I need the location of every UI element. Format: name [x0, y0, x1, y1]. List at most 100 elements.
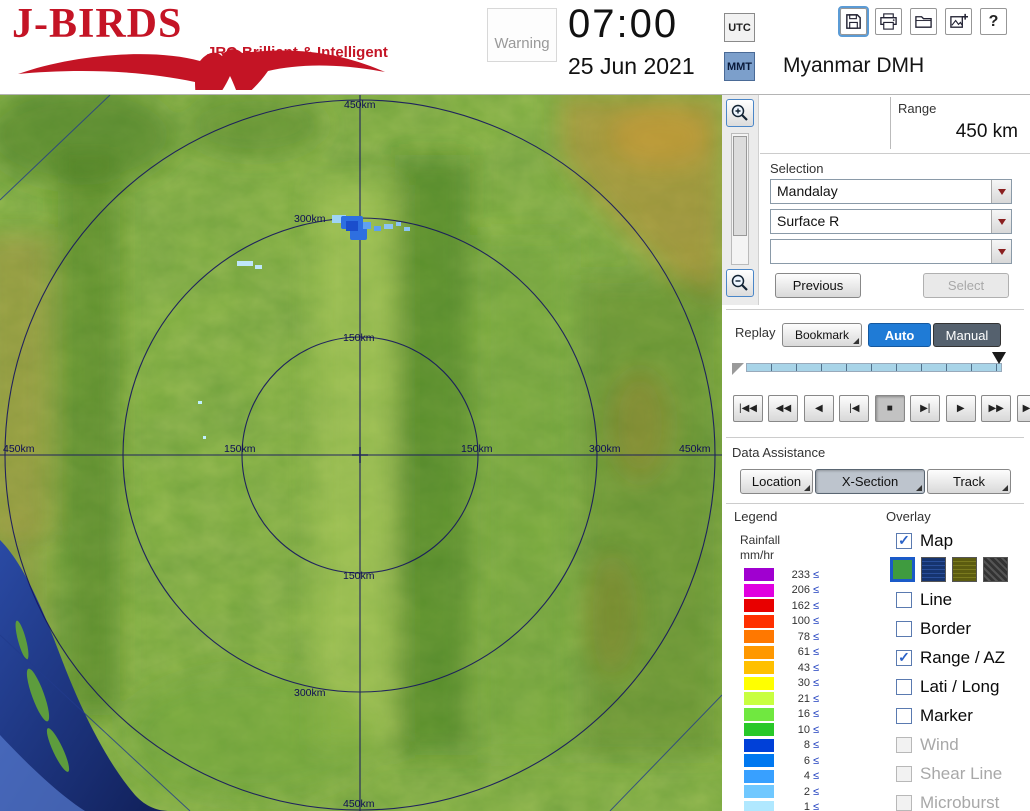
lte-symbol: ≤	[813, 708, 820, 721]
overlay-item[interactable]: Marker	[896, 706, 973, 726]
map-color-swatch[interactable]	[890, 557, 915, 582]
legend-value: 6	[803, 754, 810, 767]
chevron-down-icon[interactable]	[991, 180, 1011, 203]
legend-value: 162	[791, 599, 810, 612]
overlay-item-label: Marker	[920, 706, 973, 725]
transport-button[interactable]: |◀	[839, 395, 870, 422]
lte-symbol: ≤	[813, 692, 820, 705]
legend-unit-line2: mm/hr	[740, 548, 774, 562]
zoom-in-button[interactable]	[726, 99, 754, 127]
separator	[726, 503, 1024, 504]
lte-symbol: ≤	[813, 770, 820, 783]
zoom-scrollbar-thumb[interactable]	[733, 136, 747, 236]
assist-button-location[interactable]: Location	[740, 469, 813, 494]
lte-symbol: ≤	[813, 785, 820, 798]
transport-button[interactable]: ▶▶|	[1016, 395, 1030, 422]
lte-symbol: ≤	[813, 599, 820, 612]
utc-button[interactable]: UTC	[724, 13, 755, 42]
legend-row: 61 ≤	[744, 645, 819, 661]
bookmark-button[interactable]: Bookmark	[782, 323, 862, 347]
help-button[interactable]: ?	[980, 8, 1007, 35]
legend-value: 206	[791, 584, 810, 597]
legend-color-swatch	[744, 661, 774, 675]
lati-long-checkbox[interactable]	[896, 679, 912, 695]
site-dropdown-value: Mandalay	[777, 183, 838, 199]
eagle-logo-icon	[18, 49, 385, 90]
ring-label: 150km	[224, 443, 256, 455]
previous-button[interactable]: Previous	[775, 273, 861, 298]
transport-button[interactable]: ◀◀	[768, 395, 799, 422]
legend-value: 2	[803, 785, 810, 798]
transport-button[interactable]: ◀	[803, 395, 834, 422]
legend-row: 233 ≤	[744, 567, 819, 583]
mmt-button[interactable]: MMT	[724, 52, 755, 81]
overlay-item[interactable]: Line	[896, 590, 952, 610]
replay-timeline-slider[interactable]	[746, 363, 1002, 372]
chevron-down-icon[interactable]	[991, 210, 1011, 233]
legend-row: 16 ≤	[744, 707, 819, 723]
marker-checkbox[interactable]	[896, 708, 912, 724]
logo-title: J-BIRDS	[12, 1, 183, 47]
legend-value: 30	[797, 677, 810, 690]
replay-manual-button[interactable]: Manual	[933, 323, 1001, 347]
legend-value: 4	[803, 770, 810, 783]
warning-status[interactable]: Warning	[487, 8, 557, 62]
open-file-button[interactable]	[910, 8, 937, 35]
lte-symbol: ≤	[813, 630, 820, 643]
border-checkbox[interactable]	[896, 621, 912, 637]
range-az-checkbox[interactable]	[896, 650, 912, 666]
transport-button[interactable]: ■	[874, 395, 905, 422]
map-color-swatch[interactable]	[983, 557, 1008, 582]
overlay-item[interactable]: Range / AZ	[896, 648, 1005, 668]
legend-color-swatch	[744, 676, 774, 690]
option-dropdown[interactable]	[770, 239, 1012, 264]
overlay-item[interactable]: Map	[896, 531, 953, 551]
print-button[interactable]	[875, 8, 902, 35]
legend-color-swatch	[744, 614, 774, 628]
transport-button[interactable]: ▶|	[910, 395, 941, 422]
legend-color-swatch	[744, 707, 774, 721]
legend-value: 233	[791, 568, 810, 581]
product-dropdown[interactable]: Surface R	[770, 209, 1012, 234]
zoom-in-icon	[731, 104, 748, 121]
zoom-scrollbar[interactable]	[731, 133, 749, 265]
replay-position-marker[interactable]	[992, 352, 1006, 364]
map-color-swatch[interactable]	[921, 557, 946, 582]
replay-start-marker	[732, 363, 744, 375]
replay-auto-button[interactable]: Auto	[868, 323, 931, 347]
legend-value: 10	[797, 723, 810, 736]
export-image-button[interactable]	[945, 8, 972, 35]
transport-button[interactable]: ▶▶	[981, 395, 1012, 422]
legend-color-swatch	[744, 800, 774, 811]
overlay-item[interactable]: Border	[896, 619, 971, 639]
legend-color-swatch	[744, 645, 774, 659]
warning-label: Warning	[494, 35, 550, 52]
lte-symbol: ≤	[813, 723, 820, 736]
zoom-out-button[interactable]	[726, 269, 754, 297]
shear-line-checkbox	[896, 766, 912, 782]
line-checkbox[interactable]	[896, 592, 912, 608]
lte-symbol: ≤	[813, 646, 820, 659]
chevron-down-icon[interactable]	[991, 240, 1011, 263]
legend-color-swatch	[744, 723, 774, 737]
ring-label: 450km	[679, 443, 711, 455]
select-button[interactable]: Select	[923, 273, 1009, 298]
save-button[interactable]	[838, 6, 869, 37]
map-color-swatch[interactable]	[952, 557, 977, 582]
legend-row: 100 ≤	[744, 614, 819, 630]
site-dropdown[interactable]: Mandalay	[770, 179, 1012, 204]
legend-color-swatch	[744, 769, 774, 783]
map-checkbox[interactable]	[896, 533, 912, 549]
legend-row: 162 ≤	[744, 598, 819, 614]
legend-value: 61	[797, 646, 810, 659]
lte-symbol: ≤	[813, 615, 820, 628]
radar-map[interactable]: 450km 300km 150km 150km 300km 450km 450k…	[0, 85, 723, 811]
assist-button-xsection[interactable]: X-Section	[815, 469, 925, 494]
lte-symbol: ≤	[813, 568, 820, 581]
transport-button[interactable]: |◀◀	[733, 395, 763, 422]
legend-color-swatch	[744, 568, 774, 582]
overlay-item-label: Wind	[920, 735, 959, 754]
assist-button-track[interactable]: Track	[927, 469, 1011, 494]
transport-button[interactable]: ▶	[945, 395, 976, 422]
overlay-item[interactable]: Lati / Long	[896, 677, 999, 697]
